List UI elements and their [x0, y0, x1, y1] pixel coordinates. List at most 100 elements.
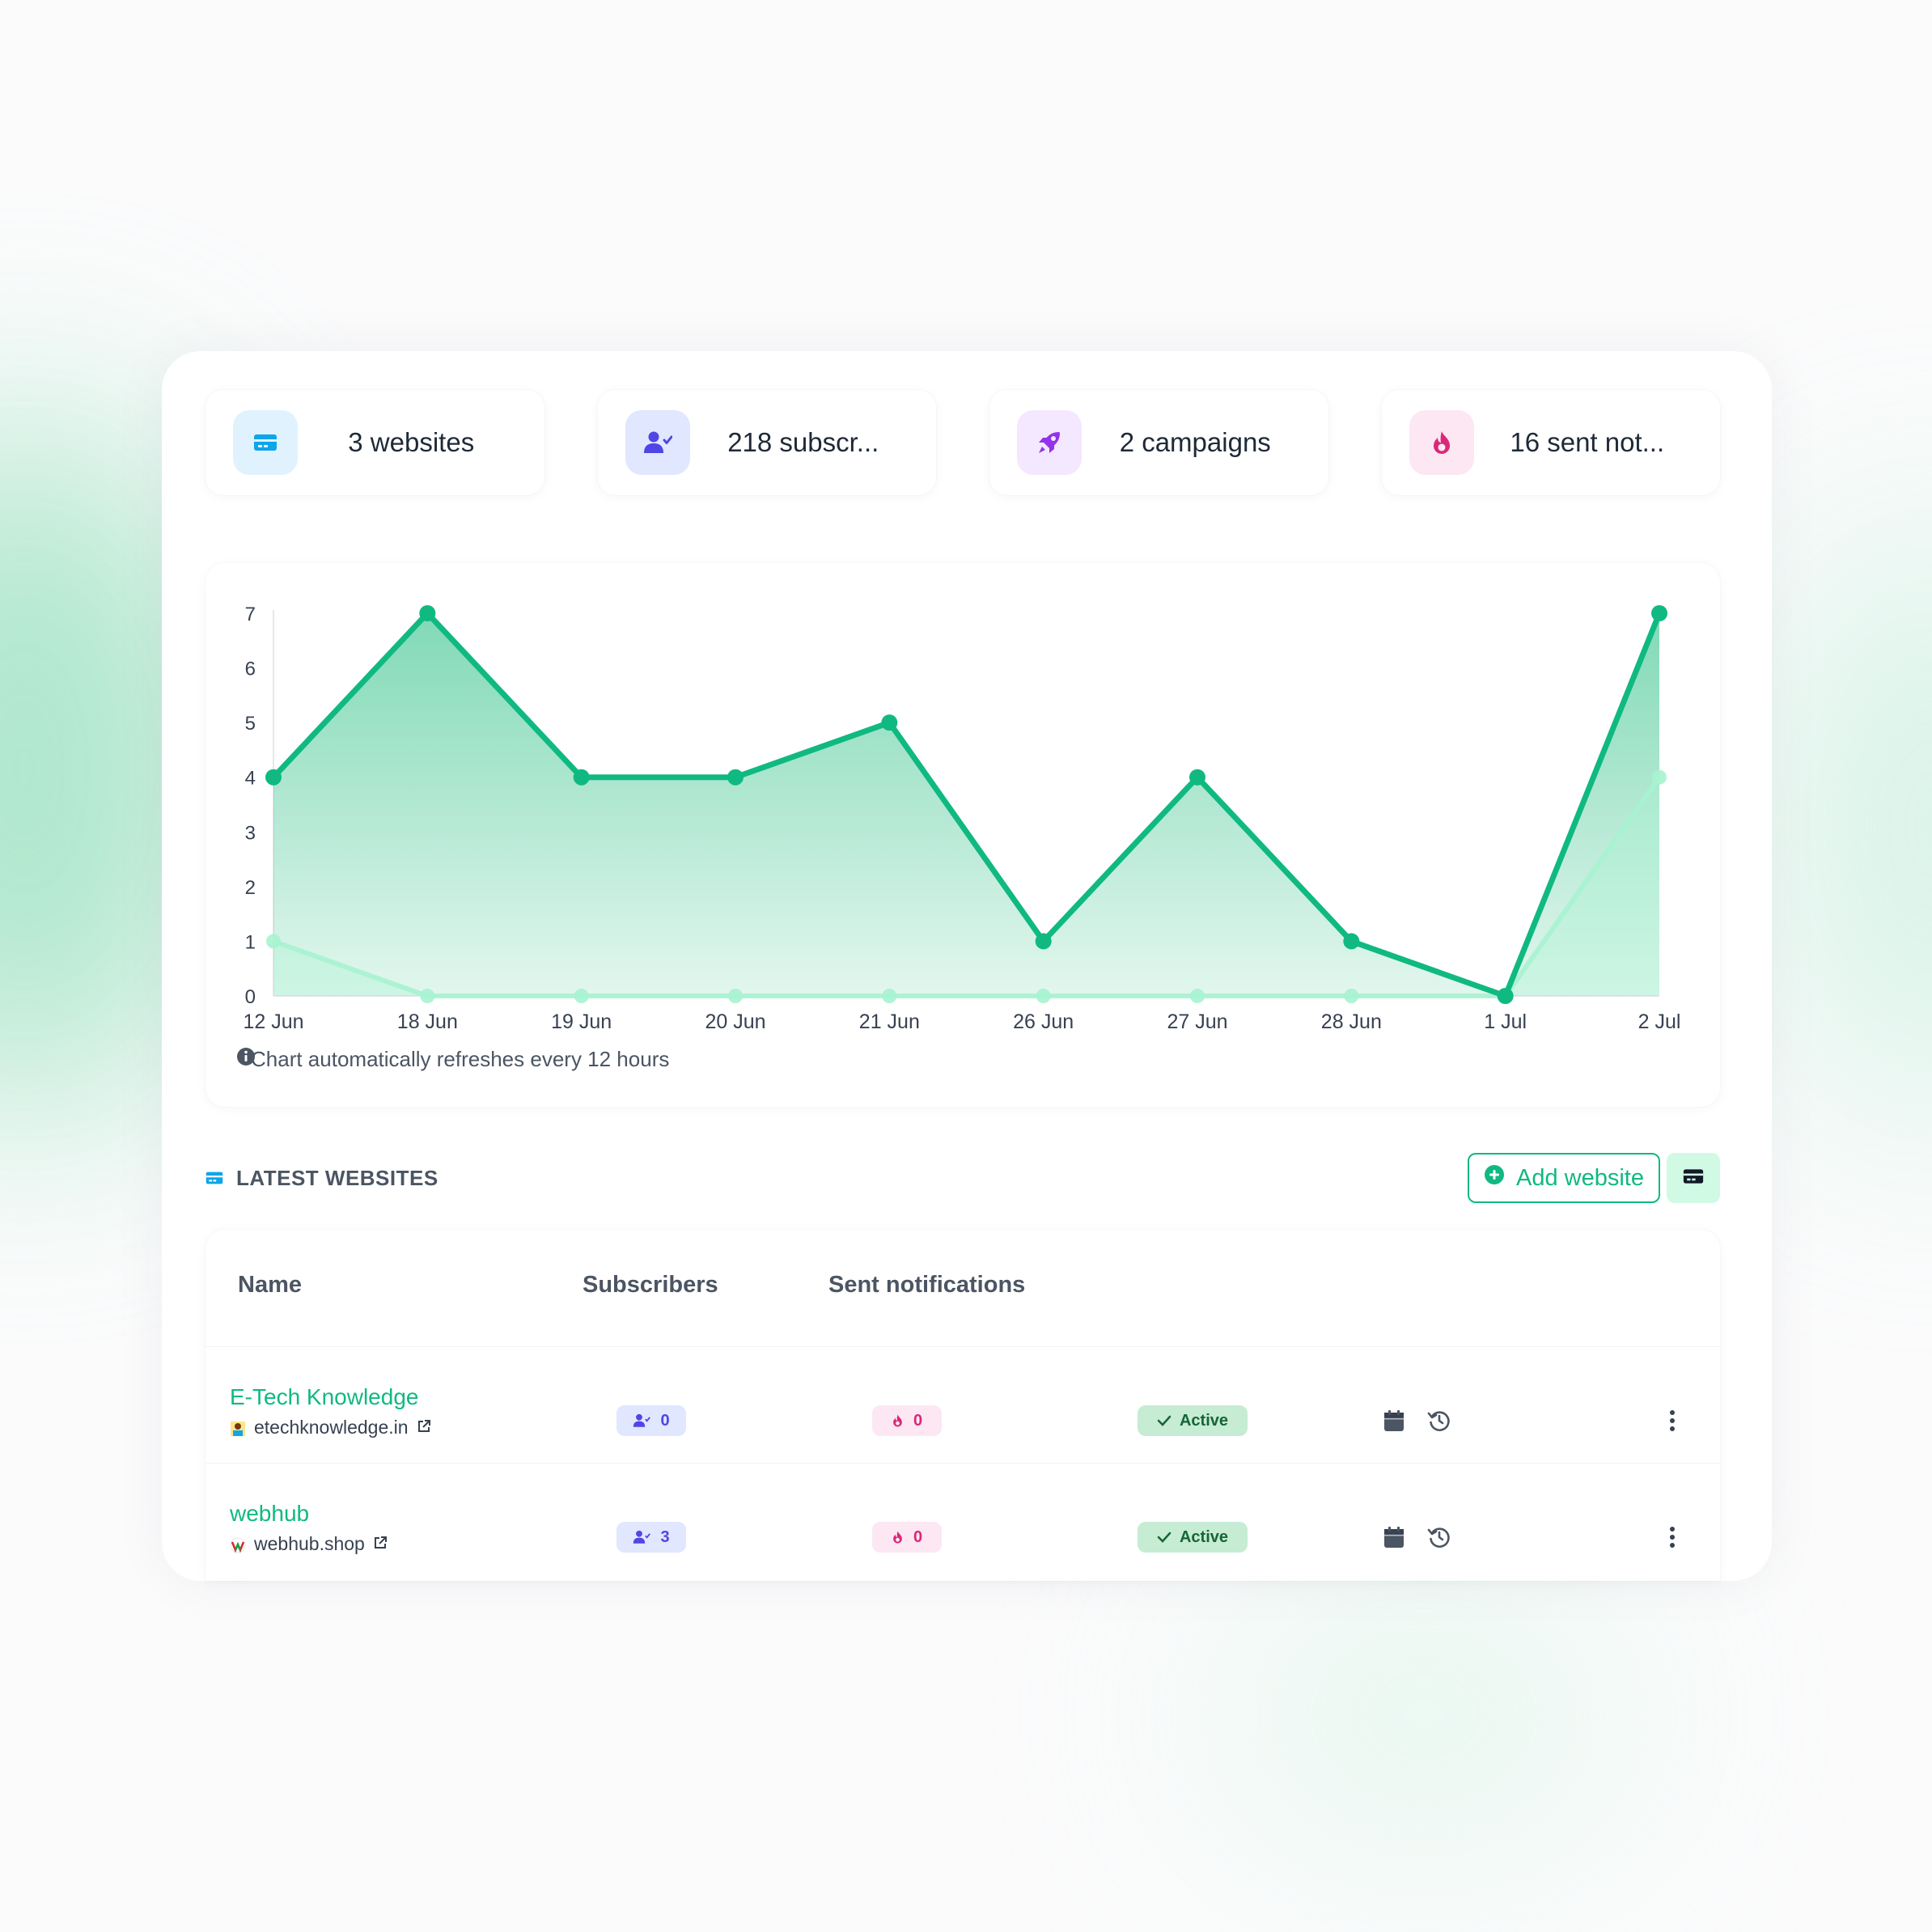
status-badge: Active: [1138, 1522, 1248, 1553]
status-text: Active: [1179, 1527, 1229, 1546]
y-tick-label: 0: [245, 986, 256, 1008]
stat-sent-text: 16 sent not...: [1510, 427, 1665, 457]
x-tick-label: 20 Jun: [705, 1010, 765, 1033]
stats-row: 3 websites 218 subscr... 2 campaigns 16 …: [205, 390, 1720, 495]
site-url-text: webhub.shop: [254, 1533, 365, 1554]
sent-count: 0: [913, 1527, 923, 1546]
external-link-icon: [373, 1533, 388, 1555]
series-1-point: [727, 769, 744, 786]
series-2-point: [1036, 989, 1051, 1003]
series-2-point: [1344, 989, 1359, 1003]
series-2-point: [420, 989, 435, 1003]
x-tick-label: 2 Jul: [1638, 1010, 1681, 1033]
more-options-icon[interactable]: [1659, 1523, 1686, 1551]
x-tick-label: 1 Jul: [1484, 1010, 1527, 1033]
series-2-point: [728, 989, 743, 1003]
websites-table: Name Subscribers Sent notifications E-Te…: [205, 1230, 1720, 1581]
external-link-icon: [417, 1417, 431, 1438]
status-text: Active: [1179, 1411, 1229, 1430]
website-card-icon: [205, 1166, 223, 1191]
websites-view-button[interactable]: [1667, 1153, 1720, 1203]
check-icon: [1157, 1532, 1171, 1543]
history-icon[interactable]: [1426, 1523, 1453, 1551]
col-header-subscribers: Subscribers: [583, 1272, 718, 1298]
dashboard-panel: 3 websites 218 subscr... 2 campaigns 16 …: [162, 351, 1772, 1581]
chart-note-text: Chart automatically refreshes every 12 h…: [251, 1047, 670, 1071]
site-favicon: [230, 1536, 246, 1553]
series-1-point: [1343, 933, 1360, 950]
series-1-point: [1497, 988, 1514, 1004]
series-1-point: [1189, 769, 1205, 786]
y-tick-label: 5: [245, 713, 256, 735]
subscribers-badge: 0: [616, 1405, 686, 1436]
section-title: LATEST WEBSITES: [205, 1166, 439, 1191]
x-tick-label: 27 Jun: [1167, 1010, 1227, 1033]
fire-icon: [893, 1531, 902, 1544]
user-check-icon: [625, 410, 690, 475]
site-url[interactable]: etechknowledge.in: [230, 1417, 431, 1438]
y-tick-label: 7: [245, 604, 256, 625]
subscribers-count: 3: [660, 1527, 670, 1546]
site-name-link[interactable]: webhub: [230, 1501, 309, 1527]
y-tick-label: 3: [245, 822, 256, 844]
subscribers-badge: 3: [616, 1522, 686, 1553]
section-title-text: LATEST WEBSITES: [236, 1165, 439, 1190]
y-tick-label: 6: [245, 659, 256, 680]
site-url[interactable]: webhub.shop: [230, 1533, 388, 1555]
series-1-point: [881, 714, 898, 731]
series-1-point: [265, 769, 282, 786]
website-card-icon: [233, 410, 298, 475]
subscribers-count: 0: [660, 1411, 670, 1430]
stat-sent[interactable]: 16 sent not...: [1381, 390, 1720, 495]
stat-subscribers-text: 218 subscr...: [727, 427, 879, 457]
col-header-sent: Sent notifications: [828, 1272, 1026, 1298]
series-2-point: [882, 989, 897, 1003]
chart-card: 0 1 2 3 4 5 6 7 12 Jun 18 Jun 19 Jun 20 Jun 21 Jun 26…: [205, 563, 1720, 1107]
stat-campaigns[interactable]: 2 campaigns: [989, 390, 1328, 495]
table-row: webhub webhub.shop 3 0 Active: [205, 1463, 1720, 1579]
sent-badge: 0: [872, 1405, 942, 1436]
area-chart: 0 1 2 3 4 5 6 7 12 Jun 18 Jun 19 Jun 20 Jun 21 Jun 26…: [243, 604, 1681, 1033]
col-header-name: Name: [238, 1272, 302, 1298]
series-1-point: [419, 605, 436, 621]
plus-circle-icon: [1484, 1164, 1505, 1192]
sent-badge: 0: [872, 1522, 942, 1553]
series-1-point: [1035, 933, 1052, 950]
y-tick-label: 4: [245, 768, 256, 790]
stat-websites-text: 3 websites: [348, 427, 475, 457]
x-tick-label: 19 Jun: [551, 1010, 612, 1033]
series-2-point: [266, 934, 281, 949]
chart-note: Chart automatically refreshes every 12 h…: [236, 1047, 669, 1072]
add-website-label: Add website: [1516, 1164, 1644, 1191]
series-1-point: [573, 769, 590, 786]
x-tick-label: 12 Jun: [243, 1010, 303, 1033]
calendar-icon[interactable]: [1380, 1407, 1408, 1434]
status-badge: Active: [1138, 1405, 1248, 1436]
stat-campaigns-text: 2 campaigns: [1119, 427, 1271, 457]
fire-icon: [893, 1414, 902, 1427]
user-check-icon: [633, 1530, 651, 1544]
y-tick-label: 2: [245, 877, 256, 899]
series-2-point: [1652, 769, 1667, 785]
x-tick-label: 21 Jun: [859, 1010, 920, 1033]
x-tick-label: 28 Jun: [1321, 1010, 1382, 1033]
rocket-icon: [1017, 410, 1082, 475]
add-website-button[interactable]: Add website: [1468, 1153, 1660, 1203]
fire-icon: [1409, 410, 1474, 475]
series-1-point: [1651, 605, 1667, 621]
y-tick-label: 1: [245, 931, 256, 953]
stat-websites[interactable]: 3 websites: [205, 390, 544, 495]
series-2-point: [574, 989, 589, 1003]
series-2-point: [1190, 989, 1205, 1003]
website-card-icon: [1683, 1167, 1704, 1189]
calendar-icon[interactable]: [1380, 1523, 1408, 1551]
table-row: E-Tech Knowledge etechknowledge.in 0 0 A…: [205, 1346, 1720, 1463]
stat-subscribers[interactable]: 218 subscr...: [597, 390, 936, 495]
site-name-link[interactable]: E-Tech Knowledge: [230, 1384, 418, 1410]
sent-count: 0: [913, 1411, 923, 1430]
more-options-icon[interactable]: [1659, 1407, 1686, 1434]
site-url-text: etechknowledge.in: [254, 1417, 409, 1438]
history-icon[interactable]: [1426, 1407, 1453, 1434]
x-tick-label: 18 Jun: [397, 1010, 458, 1033]
check-icon: [1157, 1415, 1171, 1426]
